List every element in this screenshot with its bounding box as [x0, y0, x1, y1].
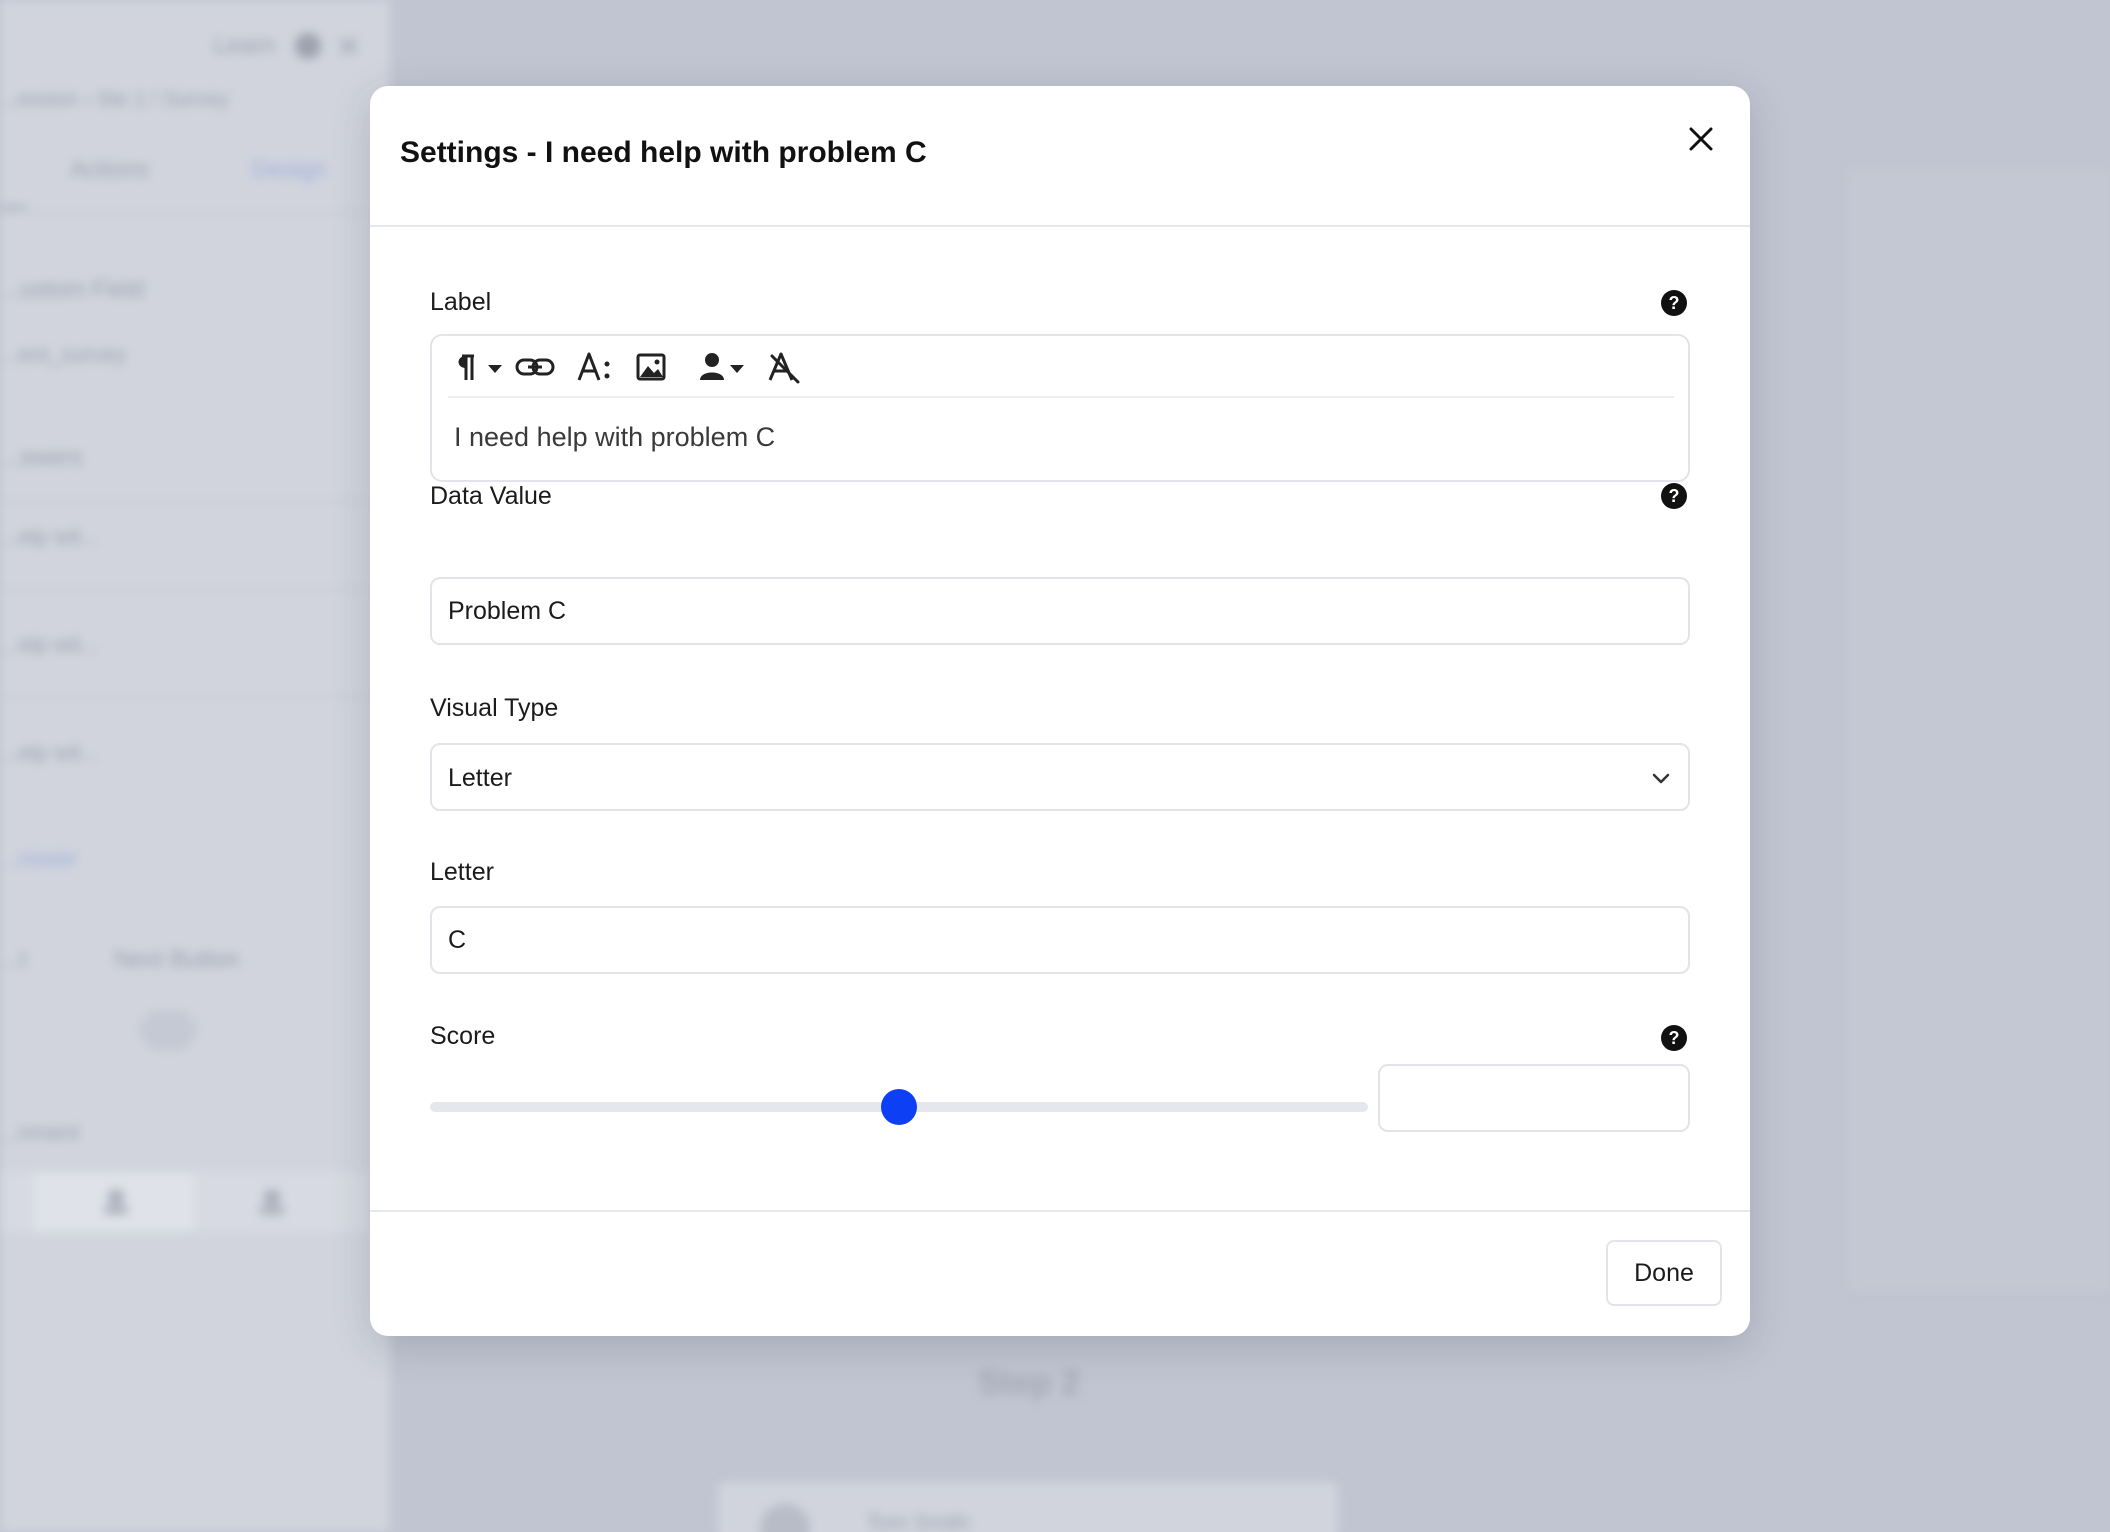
modal-title: Settings - I need help with problem C	[400, 136, 927, 169]
background-divider	[0, 500, 370, 502]
score-slider-thumb[interactable]	[881, 1089, 917, 1125]
background-help-icon	[295, 33, 321, 59]
close-icon	[1689, 127, 1713, 151]
score-field-label: Score	[430, 1022, 496, 1050]
insert-variable-button[interactable]	[698, 348, 748, 386]
background-tab-design: Design	[252, 156, 327, 183]
label-rich-text-editor: I need help with problem C	[430, 334, 1690, 482]
background-card-name: Tom Smith	[866, 1510, 970, 1532]
link-icon	[515, 358, 555, 376]
close-button[interactable]	[1676, 114, 1726, 164]
background-divider	[0, 588, 370, 590]
background-custom-field-label: ...ustom Field	[0, 276, 145, 303]
paragraph-style-button[interactable]	[448, 348, 508, 386]
help-circle-icon[interactable]: ?	[1660, 289, 1688, 317]
background-align-icon	[104, 1190, 128, 1214]
svg-text:?: ?	[1669, 486, 1680, 506]
background-add-answer-link: ...nswer	[0, 846, 78, 871]
help-circle-icon[interactable]: ?	[1660, 482, 1688, 510]
background-answer-item: ...elp wit...	[0, 740, 100, 765]
modal-header: Settings - I need help with problem C	[370, 86, 1750, 227]
background-answers-label: ...swers	[0, 444, 83, 471]
clear-format-button[interactable]	[766, 348, 802, 386]
label-field-label: Label	[430, 288, 492, 316]
background-divider	[0, 212, 370, 214]
help-circle-icon[interactable]: ?	[1660, 1024, 1688, 1052]
background-breadcrumb: ...ession › Ste 1 / Survey	[0, 88, 229, 111]
image-icon	[636, 353, 666, 381]
font-size-button[interactable]	[576, 348, 616, 386]
user-variable-icon	[700, 353, 744, 380]
insert-link-button[interactable]	[514, 348, 556, 386]
score-slider[interactable]	[430, 1089, 1368, 1125]
clear-format-icon	[768, 352, 800, 384]
background-sidebar: Learn ✕ ...ession › Ste 1 / Survey Actio…	[0, 0, 390, 1532]
background-tab-underline	[0, 206, 26, 209]
background-learn-link: Learn	[214, 32, 276, 59]
background-toggle	[140, 1010, 196, 1050]
data-value-input[interactable]	[430, 577, 1690, 645]
background-next-button-label: Next Button	[114, 946, 240, 973]
background-answer-item: ...elp wit...	[0, 524, 100, 549]
background-avatar	[760, 1504, 810, 1532]
background-step-heading: Step 2	[978, 1364, 1081, 1402]
background-answer-item: ...elp wit...	[0, 632, 100, 657]
visual-type-select[interactable]: Letter	[430, 743, 1690, 811]
score-input[interactable]	[1378, 1064, 1690, 1132]
svg-text:?: ?	[1669, 293, 1680, 313]
background-card: Tom Smith	[718, 1482, 1338, 1532]
data-value-field-label: Data Value	[430, 482, 552, 510]
settings-modal: Settings - I need help with problem C La…	[370, 86, 1750, 1336]
background-right-panel	[1850, 170, 2110, 1290]
visual-type-selected-value: Letter	[448, 764, 512, 792]
editor-toolbar	[448, 336, 1674, 398]
letter-input[interactable]	[430, 906, 1690, 974]
modal-footer-divider	[370, 1210, 1750, 1212]
svg-text:?: ?	[1669, 1028, 1680, 1048]
insert-image-button[interactable]	[634, 348, 670, 386]
background-alignment-label: ...nment	[0, 1120, 80, 1145]
background-custom-field-value: ...ent_survey	[0, 342, 126, 367]
letter-field-label: Letter	[430, 858, 494, 886]
font-size-icon	[577, 352, 610, 381]
chevron-down-icon	[1652, 773, 1670, 784]
visual-type-field-label: Visual Type	[430, 694, 559, 722]
done-button[interactable]: Done	[1606, 1240, 1722, 1306]
label-editor-content[interactable]: I need help with problem C	[454, 422, 775, 453]
background-divider	[0, 696, 370, 698]
background-short-label: ...t	[0, 946, 27, 973]
background-tab-actions: Actions	[70, 156, 149, 183]
paragraph-icon	[458, 354, 502, 380]
background-align-icon	[260, 1190, 284, 1214]
background-close-icon: ✕	[336, 31, 362, 64]
